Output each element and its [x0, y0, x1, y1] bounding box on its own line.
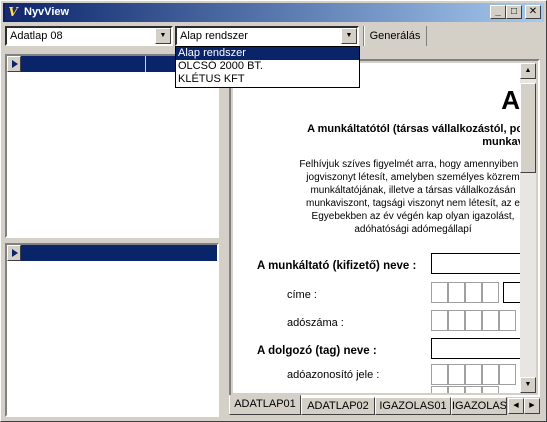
notice-line: Felhívjuk szíves figyelmét arra, hogy am… [299, 159, 520, 170]
address-field[interactable] [503, 282, 520, 303]
row-indicator-icon [7, 56, 21, 72]
tax-number-cell[interactable] [465, 310, 482, 331]
tax-id-cell[interactable] [431, 364, 448, 385]
close-button[interactable]: ✕ [525, 5, 541, 19]
sheet-tabs: ADATLAP01 ADATLAP02 IGAZOLAS01 IGAZOLAS … [229, 395, 540, 417]
address-cell[interactable] [482, 282, 499, 303]
generate-button[interactable]: Generálás [363, 26, 427, 46]
notice-line: munkaviszont, tagsági viszonyt nem létes… [306, 198, 520, 209]
document-viewer[interactable]: A A munkáltatótól (társas vállalkozástól… [229, 59, 540, 397]
vertical-scrollbar[interactable]: ▲ ▼ [520, 63, 536, 393]
chevron-down-icon[interactable]: ▼ [341, 28, 357, 44]
nyvview-logo-icon[interactable]: V [5, 4, 21, 20]
scroll-up-icon[interactable]: ▲ [520, 63, 536, 79]
next-row-cell[interactable] [431, 386, 448, 393]
employer-name-label: A munkáltató (kifizető) neve : [257, 260, 417, 272]
next-row-cell[interactable] [465, 386, 482, 393]
notice-line: adóhatósági adómegállapí [354, 224, 472, 235]
document-title: A [501, 85, 520, 115]
next-row-cell[interactable] [448, 386, 465, 393]
maximize-button[interactable]: □ [506, 5, 522, 19]
form-select[interactable]: Adatlap 08 ▼ [5, 26, 173, 46]
grid-header-row[interactable] [7, 245, 217, 261]
dropdown-option[interactable]: KLÉTUS KFT [176, 73, 359, 86]
form-select-value: Adatlap 08 [10, 30, 63, 42]
notice-line: Egyebekben az év végén kap olyan igazolá… [311, 211, 515, 222]
system-dropdown-list: Alap rendszer OLCSÓ 2000 BT. KLÉTUS KFT [175, 46, 360, 88]
tax-id-cell[interactable] [499, 364, 516, 385]
tax-number-cell[interactable] [482, 310, 499, 331]
tab-scroll-right-icon[interactable]: ▶ [524, 398, 540, 414]
close-icon: ✕ [528, 6, 538, 17]
address-cell[interactable] [431, 282, 448, 303]
address-cell[interactable] [465, 282, 482, 303]
notice-line: munkáltatójának, illetve a társas vállal… [310, 185, 516, 196]
title-bar[interactable]: V NyvView _ □ ✕ [3, 3, 544, 22]
tax-number-label: adószáma : [287, 317, 344, 329]
tax-number-cell[interactable] [431, 310, 448, 331]
system-select[interactable]: Alap rendszer ▼ [175, 26, 359, 46]
tab-scroll-left-icon[interactable]: ◀ [508, 398, 524, 414]
main-window: V NyvView _ □ ✕ Adatlap 08 ▼ Alap rendsz… [0, 0, 547, 422]
tab-igazolas01[interactable]: IGAZOLAS01 [375, 397, 451, 415]
window-title: NyvView [24, 6, 70, 18]
tax-id-cell[interactable] [448, 364, 465, 385]
tax-id-label: adóazonosító jele : [287, 369, 380, 381]
system-select-value: Alap rendszer [180, 30, 248, 42]
chevron-down-icon[interactable]: ▼ [155, 28, 171, 44]
bottom-data-grid[interactable] [5, 243, 219, 417]
subtitle-line: munkav [482, 136, 520, 148]
document-notice: Felhívjuk szíves figyelmét arra, hogy am… [263, 158, 520, 236]
document-subtitle: A munkáltatótól (társas vállalkozástól, … [283, 123, 520, 149]
dropdown-option[interactable]: OLCSÓ 2000 BT. [176, 60, 359, 73]
subtitle-line: A munkáltatótól (társas vállalkozástól, … [307, 123, 520, 135]
minimize-icon: _ [495, 6, 501, 17]
row-indicator-icon [7, 245, 21, 261]
employee-name-field[interactable] [431, 338, 520, 359]
tax-id-cell[interactable] [482, 364, 499, 385]
tax-id-cell[interactable] [465, 364, 482, 385]
tax-number-cell[interactable] [448, 310, 465, 331]
form-page: A A munkáltatótól (társas vállalkozástól… [233, 63, 520, 393]
employer-name-field[interactable] [431, 253, 520, 274]
tab-adatlap02[interactable]: ADATLAP02 [301, 397, 375, 415]
tax-number-cell[interactable] [499, 310, 516, 331]
scroll-down-icon[interactable]: ▼ [520, 377, 536, 393]
minimize-button[interactable]: _ [490, 5, 506, 19]
address-cell[interactable] [448, 282, 465, 303]
notice-line: jogviszonyt létesít, amelyben személyes … [306, 172, 520, 183]
tab-adatlap01[interactable]: ADATLAP01 [229, 395, 301, 415]
scroll-thumb[interactable] [520, 83, 536, 173]
employee-name-label: A dolgozó (tag) neve : [257, 345, 377, 357]
tab-igazolas[interactable]: IGAZOLAS [451, 397, 507, 415]
dropdown-option[interactable]: Alap rendszer [176, 47, 359, 60]
next-row-cell[interactable] [482, 386, 499, 393]
maximize-icon: □ [510, 6, 518, 17]
column-separator[interactable] [145, 56, 146, 72]
address-label: címe : [287, 289, 317, 301]
